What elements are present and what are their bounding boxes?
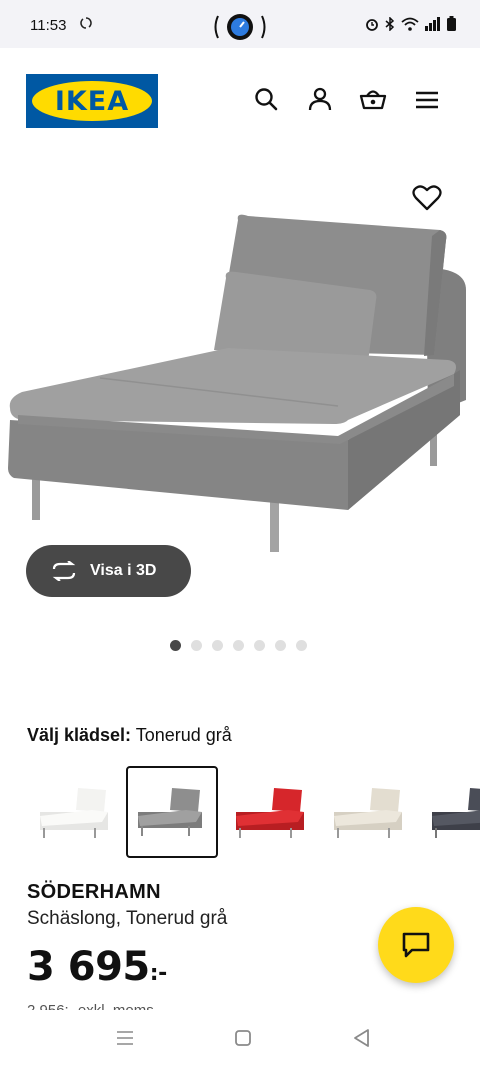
fabric-swatch[interactable]: [326, 766, 418, 858]
status-time: 11:53: [30, 17, 67, 34]
product-price: 3 695:-: [27, 944, 167, 990]
product-description: Schäslong, Tonerud grå: [27, 908, 228, 929]
bluetooth-icon: [385, 16, 395, 31]
sync-icon: [79, 16, 93, 33]
fabric-swatch[interactable]: [32, 766, 124, 858]
search-icon[interactable]: [253, 86, 281, 114]
pagination-dot[interactable]: [212, 640, 223, 651]
product-image: [8, 210, 472, 560]
view-3d-label: Visa i 3D: [90, 562, 157, 579]
pagination-dot[interactable]: [254, 640, 265, 651]
fabric-selector-label: Välj klädsel: Tonerud grå: [27, 725, 232, 746]
alarm-icon: [366, 18, 378, 31]
basket-icon[interactable]: [359, 86, 387, 114]
status-icons: [365, 16, 456, 31]
fabric-swatch-selected[interactable]: [126, 766, 218, 858]
fabric-swatch[interactable]: [424, 766, 480, 858]
wifi-icon: [401, 17, 419, 31]
view-3d-button[interactable]: Visa i 3D: [26, 545, 191, 597]
menu-icon[interactable]: [413, 86, 441, 114]
product-name: SÖDERHAMN: [27, 881, 161, 903]
pagination-dot[interactable]: [191, 640, 202, 651]
battery-icon: [447, 16, 456, 31]
chat-icon: [402, 932, 430, 958]
status-bar: 11:53: [0, 0, 480, 48]
home-icon[interactable]: [231, 1026, 255, 1050]
logo-text: IKEA: [54, 85, 130, 117]
timer-icon: [212, 12, 268, 42]
rotate-3d-icon: [52, 561, 76, 581]
system-nav-bar: [0, 1010, 480, 1067]
pagination-dot[interactable]: [170, 640, 181, 651]
price-suffix: :-: [149, 961, 167, 986]
fabric-swatch[interactable]: [228, 766, 320, 858]
image-pagination: [170, 640, 307, 651]
recents-icon[interactable]: [113, 1026, 137, 1050]
pagination-dot[interactable]: [275, 640, 286, 651]
user-icon[interactable]: [306, 86, 334, 114]
fabric-label-text: Välj klädsel:: [27, 725, 132, 745]
price-ex-vat: 2 956:- exkl. moms: [27, 1000, 154, 1010]
site-header: IKEA: [0, 48, 480, 152]
fabric-swatch-list: [32, 766, 480, 860]
price-value: 3 695: [27, 944, 150, 990]
signal-icon: [425, 16, 440, 31]
chat-button[interactable]: [378, 907, 454, 983]
fabric-selected-value: Tonerud grå: [135, 725, 232, 745]
pagination-dot[interactable]: [296, 640, 307, 651]
pagination-dot[interactable]: [233, 640, 244, 651]
favorite-heart-icon[interactable]: [412, 184, 442, 212]
back-icon[interactable]: [350, 1026, 374, 1050]
ikea-logo[interactable]: IKEA: [26, 74, 158, 128]
